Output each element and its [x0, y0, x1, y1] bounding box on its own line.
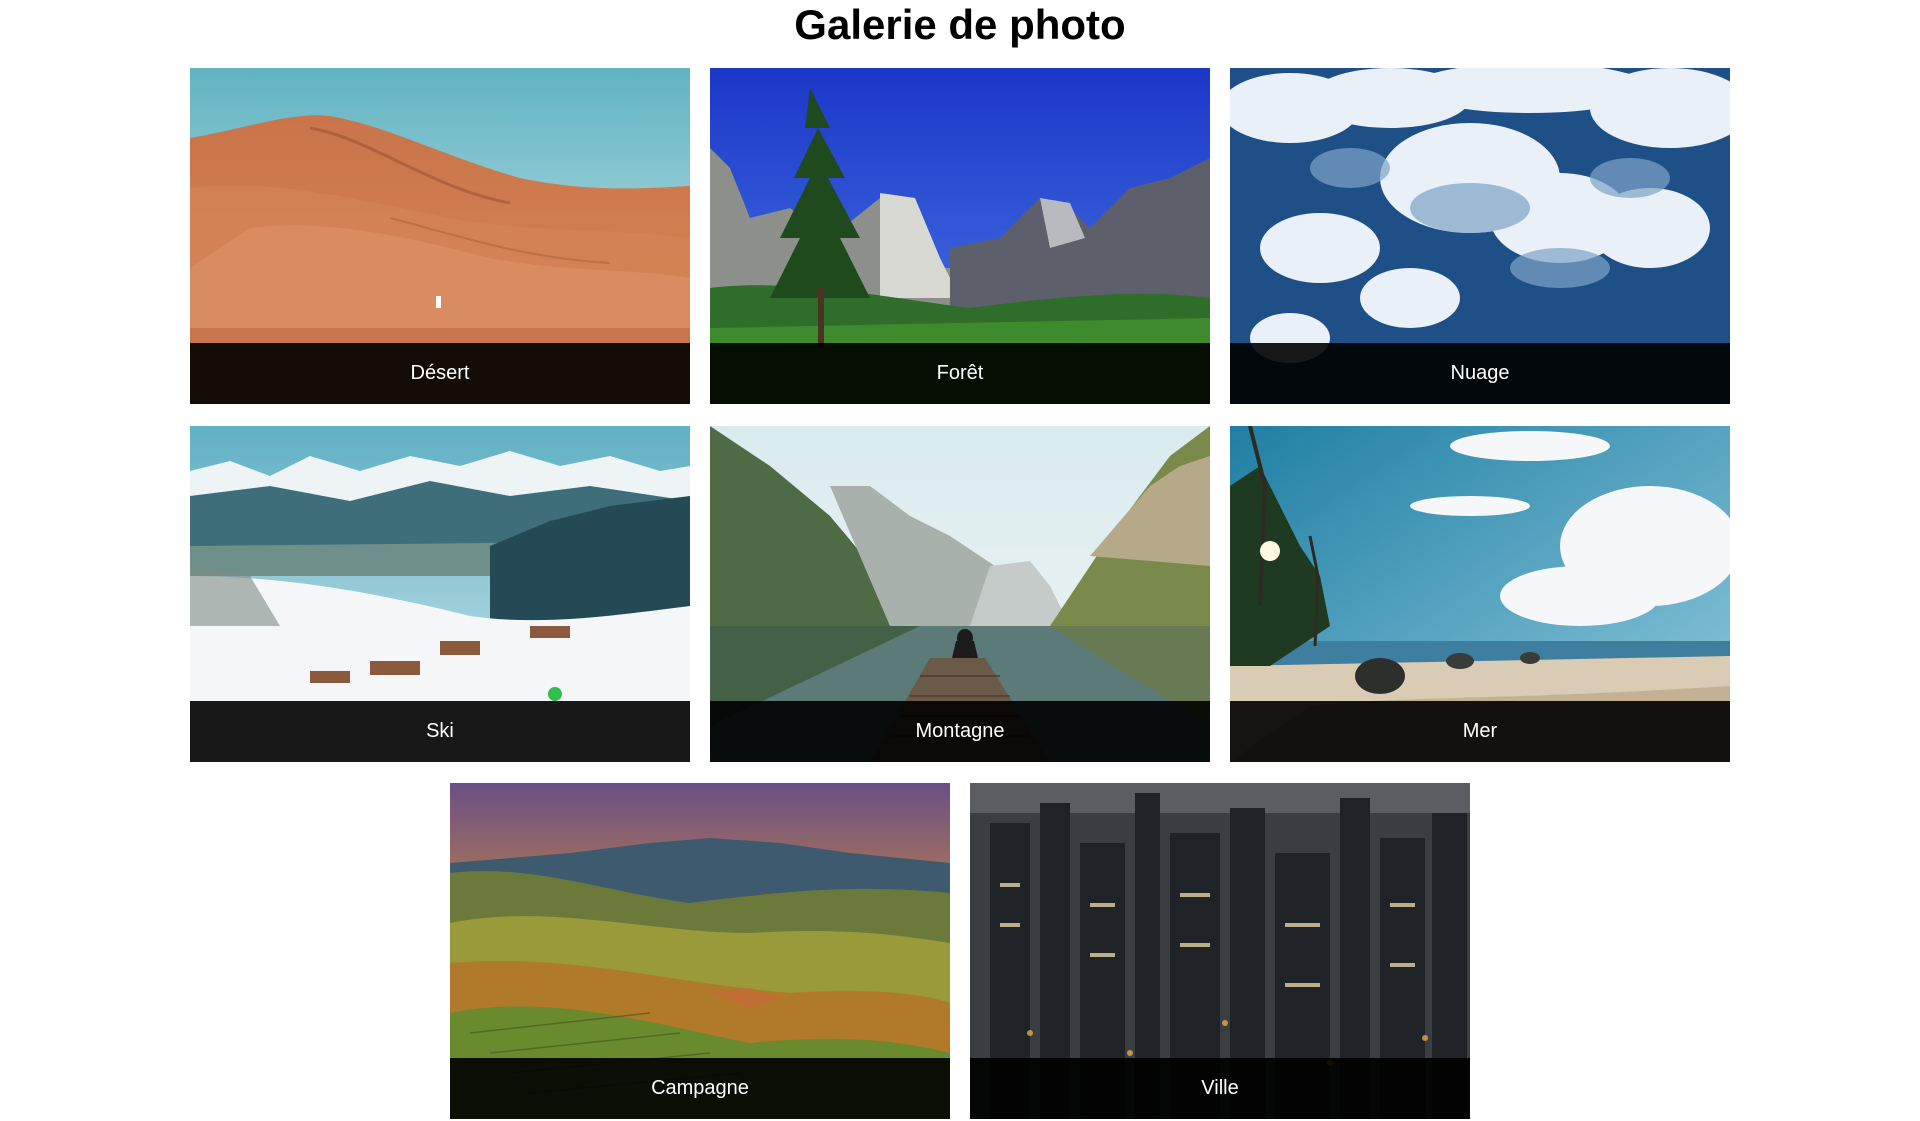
gallery-card-forest[interactable]: Forêt	[710, 68, 1210, 404]
gallery-card-sea[interactable]: Mer	[1230, 426, 1730, 762]
card-caption: Forêt	[710, 343, 1210, 404]
gallery-card-mountain[interactable]: Montagne	[710, 426, 1210, 762]
gallery-card-desert[interactable]: Désert	[190, 68, 690, 404]
gallery-card-ski[interactable]: Ski	[190, 426, 690, 762]
card-caption: Ville	[970, 1058, 1470, 1119]
card-caption: Nuage	[1230, 343, 1730, 404]
photo-gallery: Désert Forêt Nuage Ski Montagne Mer Camp…	[0, 0, 1920, 1121]
gallery-card-countryside[interactable]: Campagne	[450, 783, 950, 1119]
card-caption: Ski	[190, 701, 690, 762]
card-caption: Désert	[190, 343, 690, 404]
card-caption: Montagne	[710, 701, 1210, 762]
gallery-card-clouds[interactable]: Nuage	[1230, 68, 1730, 404]
card-caption: Mer	[1230, 701, 1730, 762]
gallery-card-city[interactable]: Ville	[970, 783, 1470, 1119]
card-caption: Campagne	[450, 1058, 950, 1119]
